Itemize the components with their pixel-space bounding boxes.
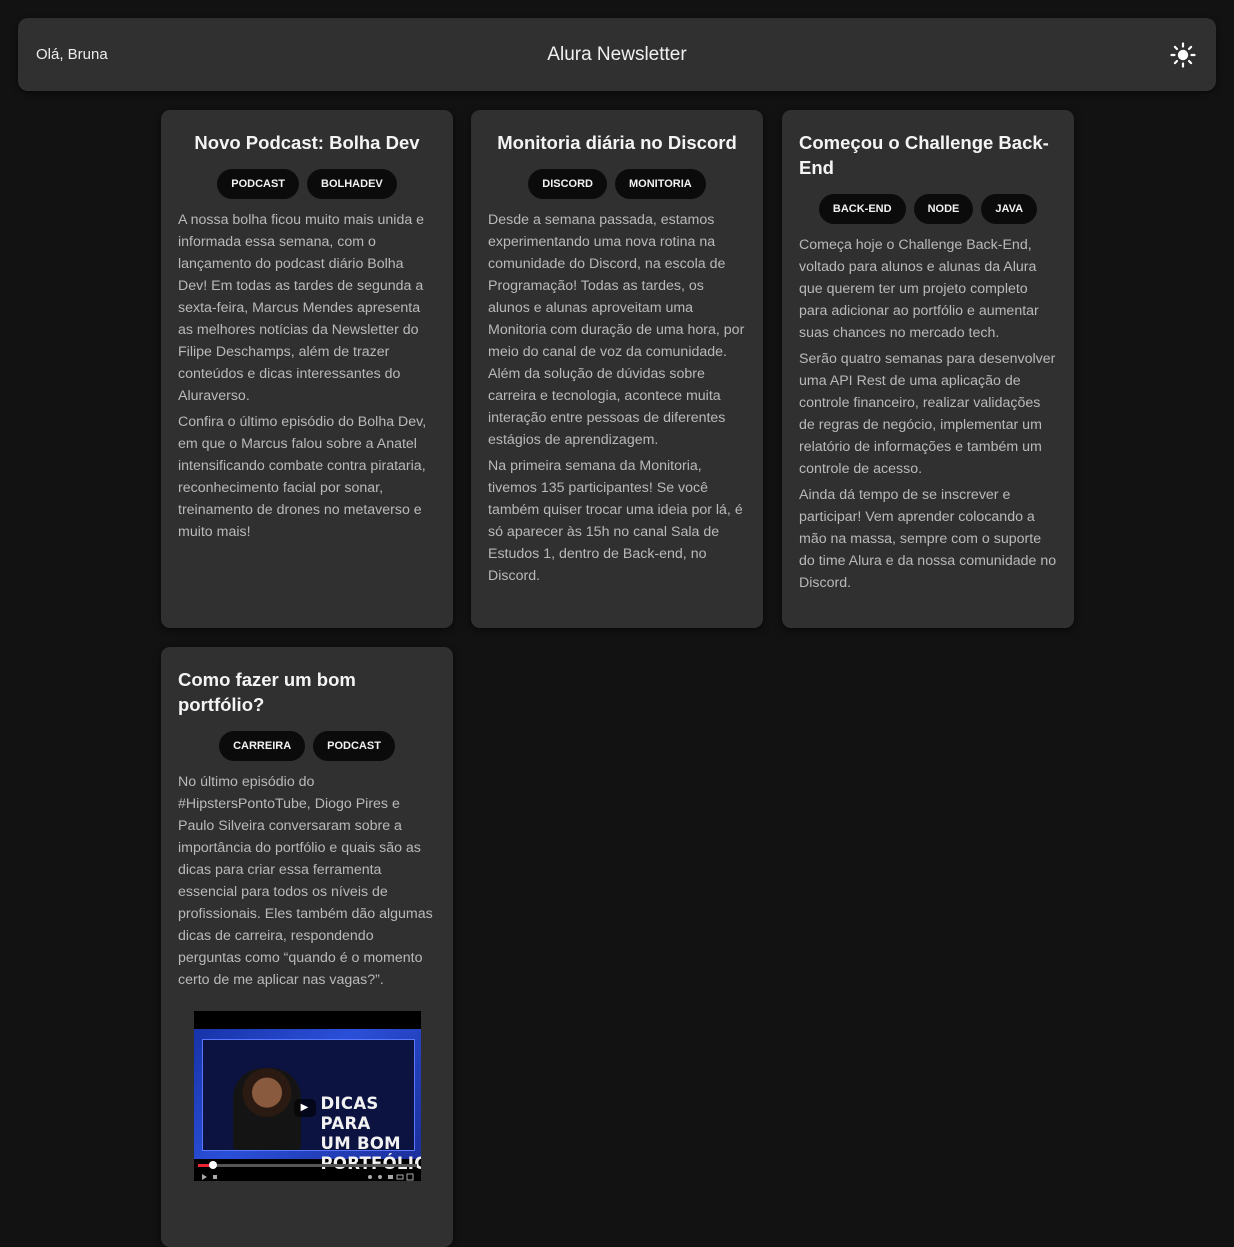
card-paragraph: Ainda dá tempo de se inscrever e partici… [799,487,1057,591]
thumbnail-text: DICAS PARAUM BOMPORTFÓLIO [320,1094,421,1173]
card-paragraph: Serão quatro semanas para desenvolver um… [799,351,1056,477]
card-paragraph: Desde a semana passada, estamos experime… [488,212,745,448]
card-paragraph: A nossa bolha ficou muito mais unida e i… [178,212,425,404]
video-progress-bar[interactable] [197,1161,417,1169]
tag-list: DISCORD MONITORIA [488,169,746,199]
play-icon[interactable]: ▶ [293,1099,316,1117]
news-card: Monitoria diária no Discord DISCORD MONI… [471,110,763,628]
card-title: Começou o Challenge Back-End [799,132,1049,178]
card-title: Novo Podcast: Bolha Dev [194,132,420,153]
tag-chip[interactable]: DISCORD [528,169,607,199]
card-paragraph: Confira o último episódio do Bolha Dev, … [178,414,427,540]
card-paragraph: No último episódio do #HipstersPontoTube… [178,774,433,988]
tag-chip[interactable]: NODE [913,194,974,224]
sun-icon[interactable] [1170,42,1196,68]
tag-list: PODCAST BOLHADEV [178,169,436,199]
app-header: Olá, Bruna Alura Newsletter [18,18,1216,91]
tag-list: BACK-END NODE JAVA [799,194,1057,224]
news-card: Como fazer um bom portfólio? CARREIRA PO… [161,647,453,1247]
news-card: Começou o Challenge Back-End BACK-END NO… [782,110,1074,628]
presenter-image [232,1068,301,1150]
video-controls-icons [201,1173,413,1181]
tag-chip[interactable]: BOLHADEV [307,169,397,199]
card-title: Monitoria diária no Discord [497,132,737,153]
video-thumbnail: DICAS PARAUM BOMPORTFÓLIO ▶ [193,1029,421,1173]
video-progress-handle[interactable] [208,1161,217,1169]
card-title: Como fazer um bom portfólio? [178,669,356,715]
tag-chip[interactable]: PODCAST [313,731,395,761]
tag-chip[interactable]: CARREIRA [219,731,306,761]
tag-list: CARREIRA PODCAST [178,731,436,761]
tag-chip[interactable]: MONITORIA [614,169,706,199]
news-card: Novo Podcast: Bolha Dev PODCAST BOLHADEV… [161,110,453,628]
tag-chip[interactable]: BACK-END [818,194,906,224]
video-controls [194,1169,421,1181]
card-paragraph: Na primeira semana da Monitoria, tivemos… [488,458,743,584]
tag-chip[interactable]: PODCAST [217,169,300,199]
thumbnail-panel: DICAS PARAUM BOMPORTFÓLIO [201,1039,421,1173]
video-player[interactable]: DICAS PARAUM BOMPORTFÓLIO ▶ [193,1011,421,1181]
app-title: Alura Newsletter [547,43,687,65]
tag-chip[interactable]: JAVA [981,194,1038,224]
card-paragraph: Começa hoje o Challenge Back-End, voltad… [799,237,1039,341]
